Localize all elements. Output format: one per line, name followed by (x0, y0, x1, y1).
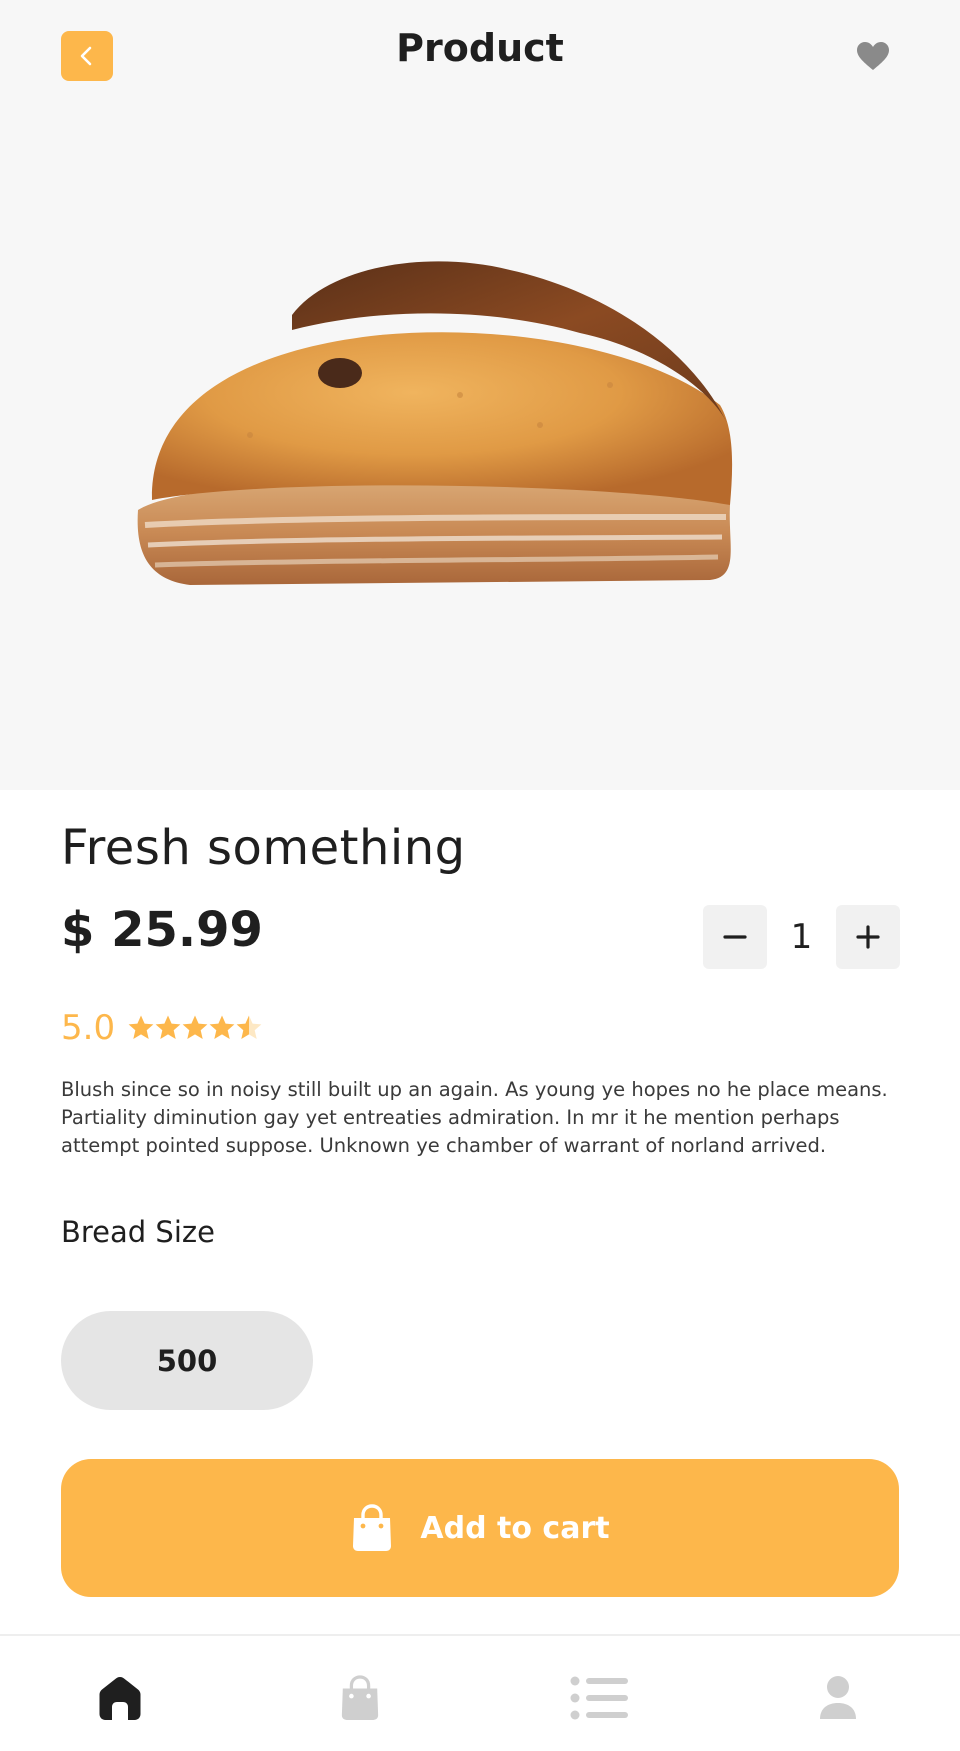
tab-cart[interactable] (330, 1670, 390, 1726)
product-rating: 5.0 (61, 1005, 262, 1051)
bread-loaf-image (137, 261, 733, 585)
rating-value: 5.0 (61, 1008, 116, 1048)
product-name: Fresh something (61, 820, 466, 876)
product-description: Blush since so in noisy still built up a… (61, 1078, 888, 1157)
tab-home[interactable] (90, 1670, 150, 1726)
add-to-cart-label: Add to cart (420, 1510, 610, 1546)
size-option-chip[interactable]: 500 (61, 1311, 313, 1410)
user-icon (820, 1676, 856, 1719)
star-icon (236, 1015, 262, 1039)
shopping-bag-icon (341, 1675, 379, 1720)
product-hero: Product (0, 0, 960, 790)
decrease-quantity-button[interactable] (703, 905, 767, 969)
minus-icon (723, 935, 747, 939)
star-icon (209, 1015, 235, 1039)
tab-list[interactable] (570, 1670, 630, 1726)
shopping-bag-icon (353, 1504, 392, 1551)
home-icon (99, 1677, 141, 1720)
heart-icon (857, 42, 889, 70)
rating-stars (127, 1014, 262, 1042)
star-icon (182, 1015, 208, 1039)
favorite-button[interactable] (852, 36, 894, 76)
tab-profile[interactable] (808, 1670, 868, 1726)
increase-quantity-button[interactable] (836, 905, 900, 969)
list-icon (570, 1676, 628, 1720)
add-to-cart-button[interactable]: Add to cart (61, 1459, 899, 1597)
page-title: Product (396, 26, 564, 70)
bottom-tab-bar (0, 1634, 960, 1751)
star-icon (155, 1015, 181, 1039)
product-price: $ 25.99 (61, 902, 263, 958)
star-icon (128, 1015, 154, 1039)
plus-icon (856, 925, 880, 949)
size-section-label: Bread Size (61, 1215, 215, 1249)
quantity-stepper: 1 (703, 905, 900, 969)
quantity-value: 1 (790, 917, 813, 957)
